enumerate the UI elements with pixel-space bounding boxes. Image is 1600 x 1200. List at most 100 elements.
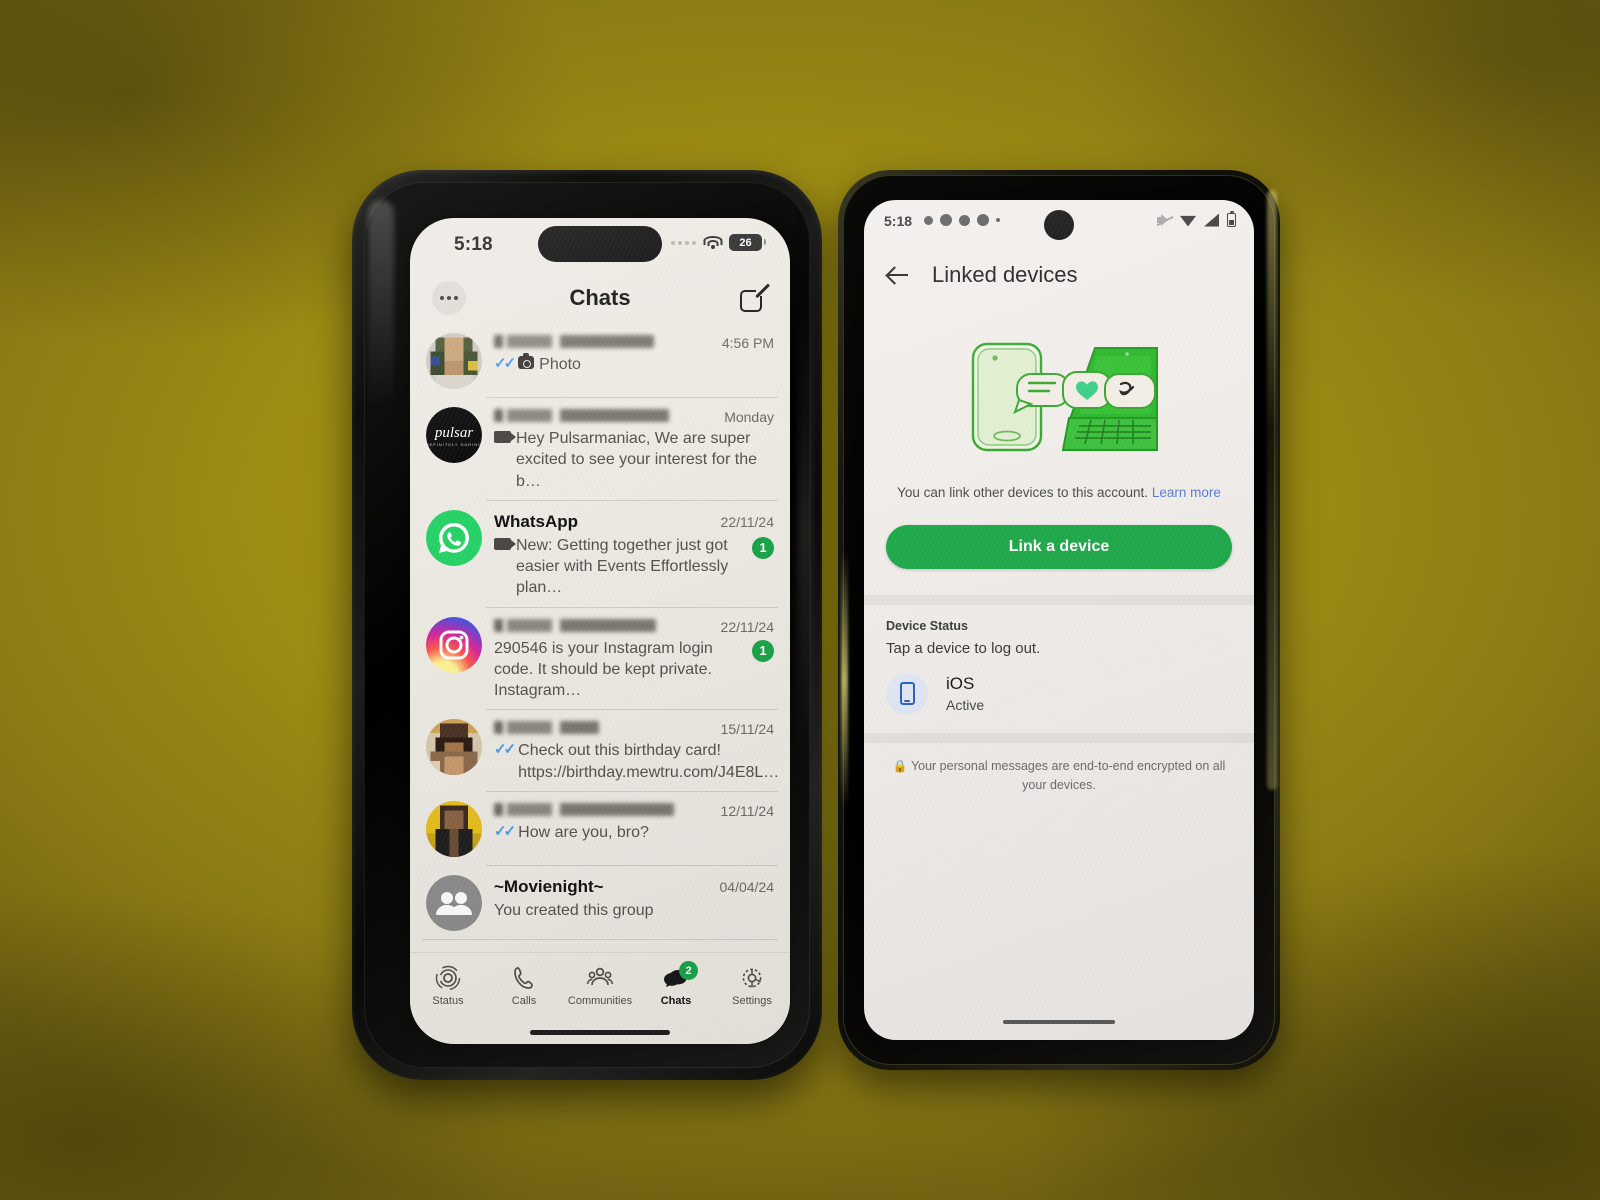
linked-device-row[interactable]: iOS Active [864, 657, 1254, 733]
android-status-time: 5:18 [884, 213, 913, 229]
avatar [426, 333, 482, 389]
chat-timestamp: 04/04/24 [719, 878, 775, 895]
chat-content: 15/11/24 ✓✓ Check out this birthday card… [494, 719, 779, 783]
avatar [426, 509, 482, 566]
chat-timestamp: 22/11/24 [720, 618, 774, 635]
signal-dots-icon [671, 240, 696, 245]
tab-label: Settings [732, 995, 772, 1007]
chats-unread-badge: 2 [679, 961, 698, 980]
video-icon [494, 431, 516, 443]
phone-icon [510, 965, 538, 991]
mute-icon [1156, 213, 1174, 227]
ios-whatsapp-screen: 5:18 26 Chats 4:56 PM ✓✓ Photo pulsar DE… [410, 218, 790, 1044]
chat-preview: ✓✓ Check out this birthday card! https:/… [494, 740, 779, 783]
android-status-bar: 5:18 [864, 200, 1254, 244]
chat-row[interactable]: ~Movienight~ 04/04/24 You created this g… [410, 866, 790, 940]
tab-status[interactable]: Status [410, 965, 486, 1007]
chat-name: WhatsApp [494, 511, 579, 531]
avatar [426, 800, 482, 857]
learn-more-link[interactable]: Learn more [1152, 485, 1221, 500]
chat-content: Monday Hey Pulsarmaniac, We are super ex… [494, 407, 774, 492]
ios-status-time: 5:18 [454, 234, 493, 255]
read-ticks-icon: ✓✓ [494, 741, 516, 759]
photo-icon [518, 353, 535, 369]
read-ticks-icon: ✓✓ [494, 822, 516, 840]
chat-row[interactable]: WhatsApp 22/11/24 New: Getting together … [410, 501, 790, 608]
chat-name-redacted [494, 802, 674, 816]
unread-badge: 1 [752, 536, 774, 559]
chat-timestamp: 4:56 PM [721, 335, 774, 351]
communities-icon [586, 965, 614, 991]
chat-preview: Hey Pulsarmaniac, We are super excited t… [494, 428, 774, 492]
chat-row[interactable]: 15/11/24 ✓✓ Check out this birthday card… [410, 710, 790, 792]
wifi-icon [703, 235, 722, 250]
chat-preview: New: Getting together just got easier wi… [494, 535, 774, 599]
gear-icon [738, 965, 766, 991]
lock-icon: 🔒 [892, 758, 908, 773]
tab-label: Status [432, 995, 464, 1007]
tab-settings[interactable]: Settings [714, 965, 790, 1007]
chat-row[interactable]: pulsar DEFINITELY DARING Monday Hey Puls… [410, 398, 790, 501]
ios-status-bar: 5:18 26 [410, 218, 790, 272]
gesture-home-bar[interactable] [1003, 1020, 1115, 1024]
chat-timestamp: 22/11/24 [720, 513, 774, 530]
ios-status-icons: 26 [671, 234, 766, 251]
tab-chats[interactable]: 2 Chats [638, 961, 714, 1007]
chat-row[interactable]: 22/11/24 290546 is your Instagram login … [410, 608, 790, 711]
avatar: pulsar DEFINITELY DARING [426, 407, 482, 463]
chat-preview-text: 290546 is your Instagram login code. It … [494, 639, 713, 700]
tab-label: Chats [660, 995, 692, 1007]
avatar [426, 616, 482, 673]
android-whatsapp-screen: 5:18 Linked devices You can link other d… [864, 200, 1254, 1040]
chat-preview-text: Photo [539, 356, 581, 373]
ios-nav-bar: Chats [410, 272, 790, 324]
device-name: iOS [946, 674, 975, 694]
chat-preview-text: You created this group [494, 901, 654, 919]
case-edge-highlight [1267, 190, 1277, 790]
svg-text:pulsar: pulsar [434, 425, 474, 441]
notification-icons [924, 214, 1000, 226]
compose-icon[interactable] [740, 283, 771, 312]
camera-punch-hole [1044, 210, 1074, 240]
link-a-device-button[interactable]: Link a device [886, 524, 1232, 569]
page-title: Linked devices [932, 262, 1078, 287]
chat-row[interactable]: 12/11/24 ✓✓ How are you, bro? [410, 792, 790, 866]
chat-list: 4:56 PM ✓✓ Photo pulsar DEFINITELY DARIN… [410, 324, 790, 940]
battery-icon: 26 [729, 234, 766, 251]
back-arrow-icon[interactable] [886, 263, 910, 287]
section-divider-2 [864, 732, 1254, 743]
tab-calls[interactable]: Calls [486, 965, 562, 1007]
tab-label: Communities [567, 995, 633, 1007]
home-indicator [530, 1030, 670, 1035]
more-options-icon[interactable] [432, 281, 466, 315]
chat-preview-text: Check out this birthday card! https://bi… [518, 742, 780, 781]
chat-content: WhatsApp 22/11/24 New: Getting together … [494, 510, 774, 599]
case-highlight [368, 200, 394, 500]
dynamic-island [538, 226, 662, 262]
android-app-bar: Linked devices [864, 244, 1254, 306]
chat-preview: ✓✓ How are you, bro? [494, 822, 774, 843]
svg-text:DEFINITELY DARING: DEFINITELY DARING [426, 442, 482, 447]
chat-timestamp: Monday [724, 409, 774, 425]
chat-preview-text: How are you, bro? [518, 823, 649, 841]
device-state: Active [946, 697, 985, 714]
mobile-device-icon [886, 672, 928, 715]
chat-row[interactable]: 4:56 PM ✓✓ Photo [410, 324, 790, 398]
chat-preview-text: New: Getting together just got easier wi… [516, 536, 729, 597]
wifi-icon [1180, 215, 1196, 227]
chat-content: 4:56 PM ✓✓ Photo [494, 333, 774, 375]
chat-content: ~Movienight~ 04/04/24 You created this g… [494, 875, 774, 921]
avatar [426, 874, 482, 931]
chat-name-redacted [494, 409, 669, 422]
ios-tab-bar: Status Calls Communities 2 Chats Setting… [410, 952, 790, 1044]
chat-timestamp: 12/11/24 [720, 802, 774, 819]
video-icon [494, 537, 516, 550]
signal-icon [1204, 213, 1219, 227]
case-highlight-right [798, 290, 812, 770]
device-status-label: Device Status [886, 618, 968, 633]
avatar [426, 719, 482, 776]
tab-communities[interactable]: Communities [562, 965, 638, 1007]
battery-icon [1227, 211, 1236, 227]
page-title: Chats [569, 285, 631, 310]
chat-preview: ✓✓ Photo [494, 353, 774, 375]
